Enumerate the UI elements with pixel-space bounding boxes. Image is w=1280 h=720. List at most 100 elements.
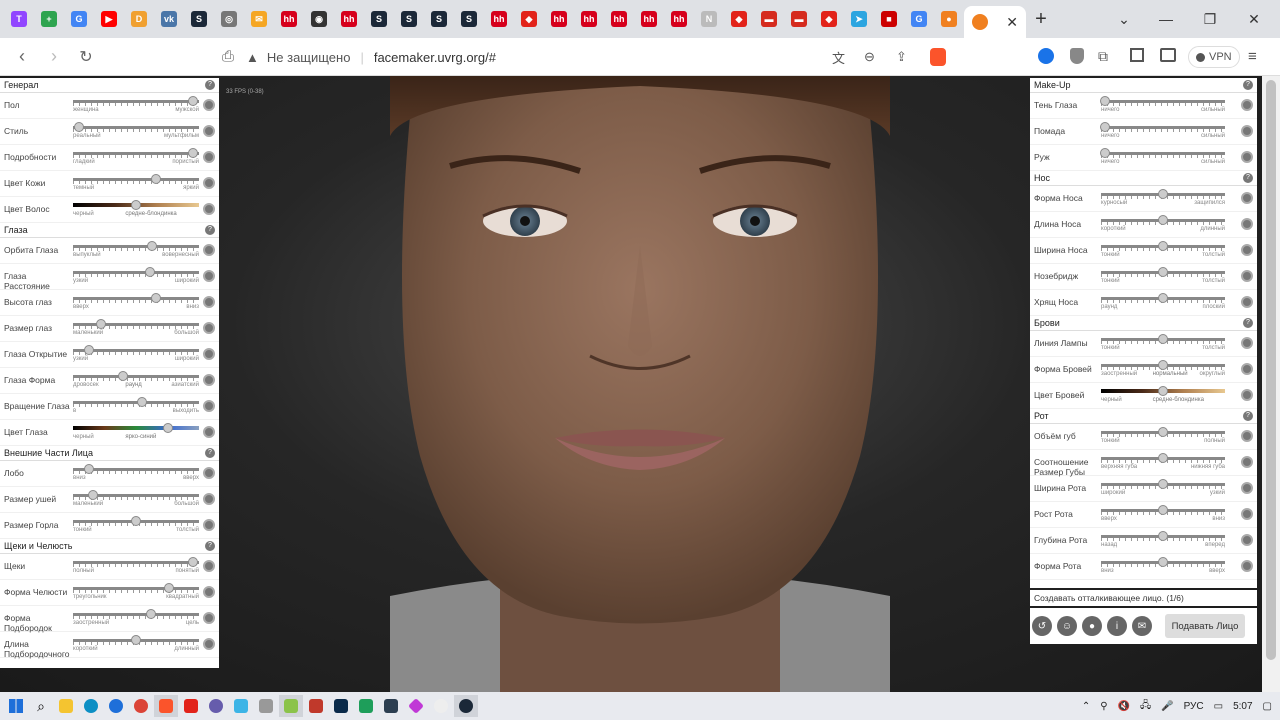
slider-knob[interactable] [1158,334,1168,344]
slider-knob[interactable] [1158,360,1168,370]
wallet-icon[interactable] [1160,48,1176,62]
slider-knob[interactable] [1158,293,1168,303]
app-icon-1[interactable] [104,695,128,717]
help-icon[interactable]: ? [1243,318,1253,328]
section-header[interactable]: Рот? [1030,409,1257,424]
app-icon-4[interactable] [254,695,278,717]
reset-slider-icon[interactable] [1241,363,1253,375]
slider-knob[interactable] [1099,148,1110,158]
reset-slider-icon[interactable] [203,99,215,111]
reset-slider-icon[interactable] [1241,430,1253,442]
roblox-tab-2[interactable]: ◆ [724,4,754,34]
language-indicator[interactable]: РУС [1184,701,1204,712]
reset-slider-icon[interactable] [203,203,215,215]
slider-knob[interactable] [1158,453,1168,463]
reset-slider-icon[interactable] [1241,244,1253,256]
slider-knob[interactable] [1158,531,1168,541]
close-window-button[interactable]: ✕ [1234,0,1274,38]
reset-slider-icon[interactable] [203,151,215,163]
tab-search-icon[interactable]: ⌄ [1104,0,1144,38]
tray-chevron-icon[interactable]: ⌃ [1082,701,1090,712]
google-tab-2[interactable]: G [904,4,934,34]
network-icon[interactable]: 🖧 [1140,698,1151,715]
n-tab[interactable]: N [694,4,724,34]
app-icon-9[interactable] [429,695,453,717]
reset-slider-icon[interactable] [203,560,215,572]
reset-slider-icon[interactable] [1241,508,1253,520]
app-icon-5[interactable] [304,695,328,717]
slider-knob[interactable] [1158,267,1168,277]
app-icon-2[interactable] [179,695,203,717]
section-header[interactable]: Внешние Части Лица? [0,446,219,461]
slider-knob[interactable] [1099,96,1110,106]
slider-knob[interactable] [131,200,141,210]
reset-slider-icon[interactable] [203,586,215,598]
plus-tab[interactable]: + [34,4,64,34]
reset-slider-icon[interactable] [1241,270,1253,282]
chrome-icon[interactable] [129,695,153,717]
mail-icon[interactable]: ✉ [1132,616,1152,636]
section-header[interactable]: Генерал? [0,78,219,93]
orange-tab[interactable]: ● [934,4,964,34]
twitch-tab[interactable]: T [4,4,34,34]
notepad-icon[interactable] [279,695,303,717]
reset-slider-icon[interactable] [1241,296,1253,308]
reset-slider-icon[interactable] [1241,534,1253,546]
reset-slider-icon[interactable] [203,426,215,438]
slider-knob[interactable] [1158,386,1168,396]
reset-slider-icon[interactable] [1241,151,1253,163]
face-render[interactable] [390,76,890,692]
hh-tab-3[interactable]: hh [484,4,514,34]
clock[interactable]: 5:07 [1233,701,1252,712]
hh-tab-4[interactable]: hh [544,4,574,34]
reset-slider-icon[interactable] [203,519,215,531]
slider-knob[interactable] [163,583,174,593]
slider-knob[interactable] [187,96,198,106]
monitor-icon[interactable]: ▭ [1214,701,1223,712]
page-scrollbar[interactable] [1262,76,1280,692]
translate-icon[interactable]: 文 [832,48,845,67]
slider-knob[interactable] [1099,122,1110,132]
reset-slider-icon[interactable] [1241,218,1253,230]
menu-icon[interactable]: ≡ [1248,48,1257,65]
app-icon-6[interactable] [354,695,378,717]
hh-tab-1[interactable]: hh [274,4,304,34]
reset-slider-icon[interactable] [203,296,215,308]
active-tab[interactable]: ✕ [964,6,1026,38]
volume-icon[interactable]: 🔇 [1118,701,1130,712]
section-header[interactable]: Make-Up? [1030,78,1257,93]
tab-close-icon[interactable]: ✕ [1006,14,1018,31]
slider-knob[interactable] [131,516,141,526]
slider-knob[interactable] [144,267,155,277]
youtube-tab[interactable]: ▶ [94,4,124,34]
notification-icon[interactable]: ▢ [1263,701,1272,712]
telegram-tab[interactable]: ➤ [844,4,874,34]
bookmark-icon[interactable]: ⎙ [212,41,244,73]
start-icon[interactable] [4,695,28,717]
slider-knob[interactable] [187,557,198,567]
slider-knob[interactable] [1158,215,1168,225]
help-icon[interactable]: ? [1243,411,1253,421]
slider-knob[interactable] [1158,479,1168,489]
google-tab[interactable]: G [64,4,94,34]
reset-slider-icon[interactable] [1241,482,1253,494]
reset-slider-icon[interactable] [203,612,215,624]
section-header[interactable]: Брови? [1030,316,1257,331]
color-gradient-track[interactable] [73,426,199,430]
help-icon[interactable]: ? [1243,80,1253,90]
reset-slider-icon[interactable] [203,244,215,256]
hh-tab-8[interactable]: hh [664,4,694,34]
slider-knob[interactable] [1158,505,1168,515]
viber-icon[interactable] [204,695,228,717]
section-header[interactable]: Нос? [1030,171,1257,186]
shield-icon[interactable] [1070,48,1084,64]
photoshop-icon[interactable] [329,695,353,717]
minimize-button[interactable]: — [1146,0,1186,38]
slider-knob[interactable] [1158,241,1168,251]
submit-face-button[interactable]: Подавать Лицо [1165,614,1245,638]
hh-tab-5[interactable]: hh [574,4,604,34]
forward-icon[interactable]: › [38,41,70,73]
globe-tab[interactable]: ◎ [214,4,244,34]
reset-slider-icon[interactable] [1241,560,1253,572]
reset-slider-icon[interactable] [203,374,215,386]
